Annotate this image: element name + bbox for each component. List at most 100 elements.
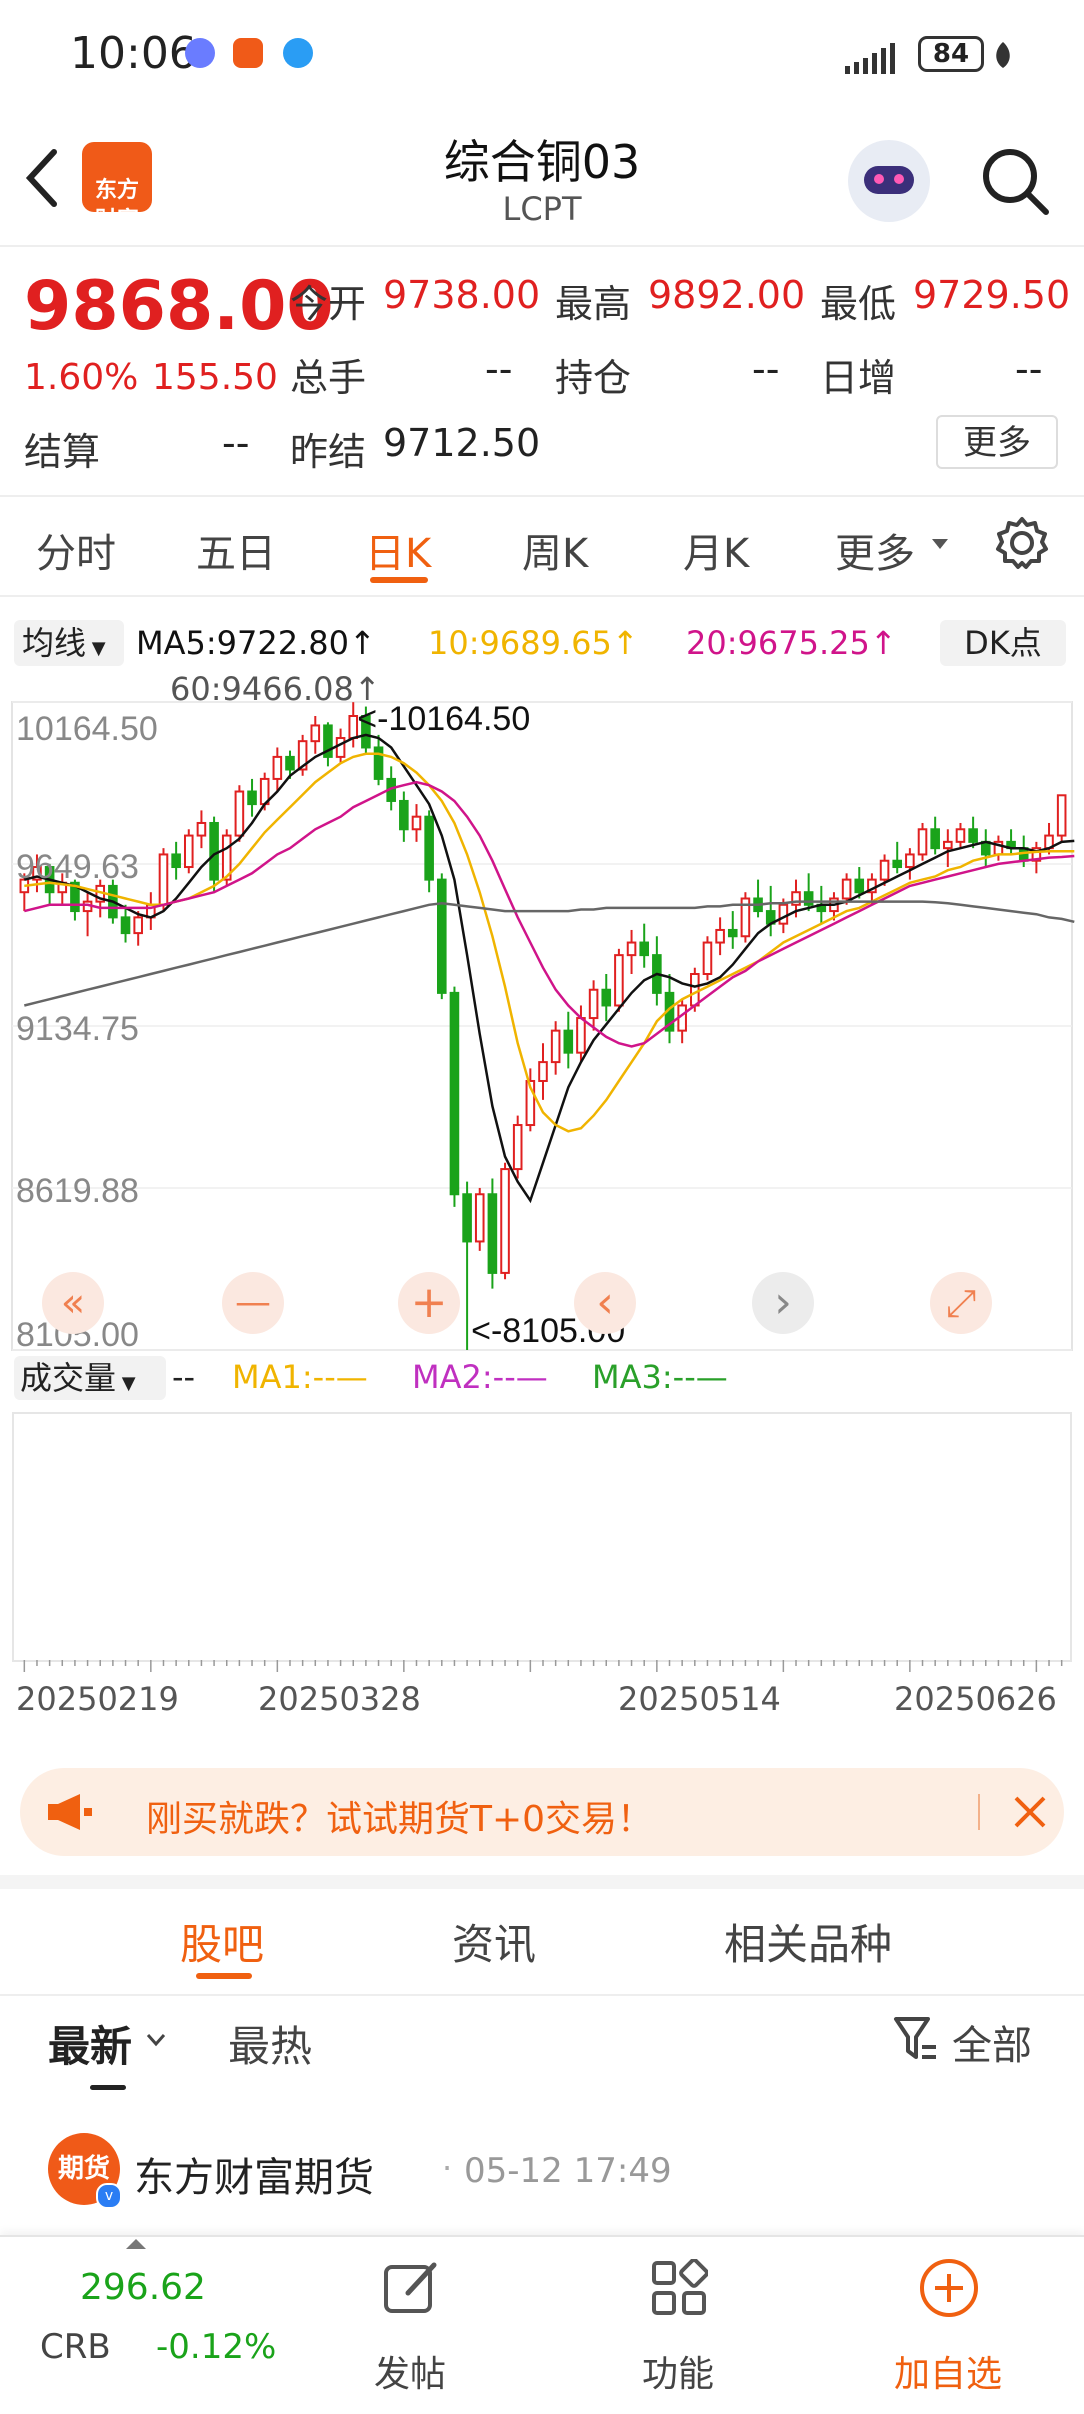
gear-icon[interactable] [994, 515, 1050, 571]
browser-app-icon [283, 38, 313, 68]
candle-body [272, 755, 283, 780]
tab-news[interactable]: 资讯 [452, 1911, 536, 1972]
candle-body [183, 834, 194, 869]
y-tick-label: 8619.88 [16, 1172, 139, 1210]
ma20-value: 20:9675.25↑ [686, 624, 897, 662]
post-author[interactable]: 东方财富期货 [134, 2145, 374, 2203]
ma-line-ma5 [24, 733, 1075, 1204]
chart-zoom-in-button[interactable]: + [398, 1272, 460, 1334]
candle-body [209, 821, 219, 881]
collapse-up-icon[interactable] [126, 2239, 146, 2251]
tab-related[interactable]: 相关品种 [724, 1911, 892, 1972]
add-watchlist-button[interactable]: 加自选 [848, 2237, 1048, 2414]
crb-label: CRB [40, 2327, 111, 2367]
music-app-icon [185, 38, 215, 68]
post-button-label: 发帖 [373, 2354, 446, 2395]
status-time: 10:06 [70, 28, 197, 79]
candle-body [424, 815, 434, 881]
sort-indicator [90, 2085, 126, 2090]
candle-body [512, 1124, 523, 1171]
quote-panel: 9868.00 1.60% 155.50 今开 9738.00 最高 9892.… [0, 245, 1084, 497]
chart-fullscreen-button[interactable]: ⤢ [930, 1272, 992, 1334]
open-label: 今开 [290, 282, 367, 326]
eastmoney-app-icon [233, 38, 263, 68]
chart-zoom-out-button[interactable]: — [222, 1272, 284, 1334]
tab-more[interactable]: 更多 [835, 521, 915, 579]
double-left-icon: « [60, 1280, 86, 1326]
candle-body [348, 715, 359, 740]
settle-label: 结算 [24, 430, 101, 474]
open-interest-value: -- [752, 347, 780, 391]
ma-line-ma60 [23, 900, 1075, 1007]
add-watchlist-label: 加自选 [893, 2354, 1002, 2395]
tab-five-day[interactable]: 五日 [196, 521, 276, 579]
post-button[interactable]: 发帖 [310, 2237, 510, 2414]
candle-body [399, 799, 409, 831]
candle-body [639, 941, 650, 957]
active-tab-indicator [370, 577, 428, 583]
chart-scroll-left-button[interactable]: ‹ [574, 1272, 636, 1334]
volume-selector-label: 成交量 [20, 1359, 117, 1397]
ma-line-ma20 [23, 780, 1075, 1048]
change-amount: 155.50 [152, 357, 278, 398]
verified-badge-icon: v [96, 2183, 122, 2209]
close-icon[interactable] [1012, 1794, 1048, 1830]
y-tick-label: 9649.63 [16, 848, 139, 886]
crb-change: -0.12% [156, 2327, 277, 2367]
sort-hot[interactable]: 最热 [228, 2013, 312, 2074]
functions-button-label: 功能 [641, 2354, 714, 2395]
chart-scroll-right-button[interactable]: › [752, 1272, 814, 1334]
grid-apps-icon [652, 2259, 708, 2315]
megaphone-icon [48, 1794, 92, 1830]
date-tick-4: 20250626 [894, 1680, 1057, 1718]
volume-ma3: MA3:--— [592, 1358, 728, 1396]
tab-monthly-k[interactable]: 月K [683, 521, 749, 579]
filter-icon[interactable] [892, 2015, 940, 2063]
volume-dash: -- [172, 1358, 196, 1396]
tab-forum[interactable]: 股吧 [180, 1911, 264, 1972]
candle-body [133, 916, 143, 935]
promo-banner[interactable]: 刚买就跌？试试期货T+0交易！ [20, 1768, 1064, 1856]
candle-body [879, 859, 890, 881]
tab-weekly-k[interactable]: 周K [522, 521, 588, 579]
filter-all[interactable]: 全部 [952, 2013, 1032, 2071]
volume-label: 总手 [290, 356, 367, 400]
y-tick-label: 10164.50 [16, 710, 158, 748]
open-value: 9738.00 [383, 273, 541, 317]
last-price: 9868.00 [24, 267, 334, 346]
volume-selector[interactable]: 成交量 ▼ [14, 1356, 166, 1400]
ma-line-ma10 [24, 752, 1075, 1133]
candle-body [727, 928, 738, 938]
candle-body [943, 840, 953, 850]
change-percent: 1.60% [24, 357, 139, 398]
low-value: 9729.50 [913, 273, 1071, 317]
functions-button[interactable]: 功能 [578, 2237, 778, 2414]
tab-daily-k[interactable]: 日K [365, 521, 431, 579]
ma-selector[interactable]: 均线 ▼ [14, 620, 124, 666]
kline-chart-area: 均线 ▼ MA5:9722.80↑ 10:9689.65↑ 20:9675.25… [0, 600, 1084, 1750]
candle-body [247, 790, 257, 806]
dropdown-arrow-icon: ▼ [116, 1373, 136, 1394]
candle-body [285, 755, 295, 771]
open-interest-label: 持仓 [555, 356, 632, 400]
candle-body [196, 821, 207, 837]
battery-icon: 84 [918, 36, 984, 72]
app-header: 东方 财富 综合铜03 LCPT [0, 110, 1084, 247]
prev-settle-label: 昨结 [290, 430, 367, 474]
robot-assistant-icon[interactable] [848, 140, 930, 222]
ma-selector-label: 均线 [22, 624, 87, 662]
tab-timeshare[interactable]: 分时 [36, 521, 116, 579]
search-icon[interactable] [980, 146, 1052, 218]
candle-body [690, 973, 700, 1007]
candle-body [892, 859, 903, 869]
dk-points-button[interactable]: DK点 [940, 620, 1066, 666]
volume-ma1: MA1:--— [232, 1358, 368, 1396]
candle-body [500, 1168, 510, 1274]
chart-zoom-out-fast-button[interactable]: « [42, 1272, 104, 1334]
edit-icon [384, 2262, 437, 2313]
banner-divider [978, 1794, 980, 1830]
more-quote-button[interactable]: 更多 [936, 415, 1058, 469]
post-item[interactable]: 期货 v 东方财富期货 · 05-12 17:49 [0, 2095, 1084, 2235]
sort-latest[interactable]: 最新 [48, 2013, 132, 2074]
prev-settle-value: 9712.50 [383, 421, 541, 465]
